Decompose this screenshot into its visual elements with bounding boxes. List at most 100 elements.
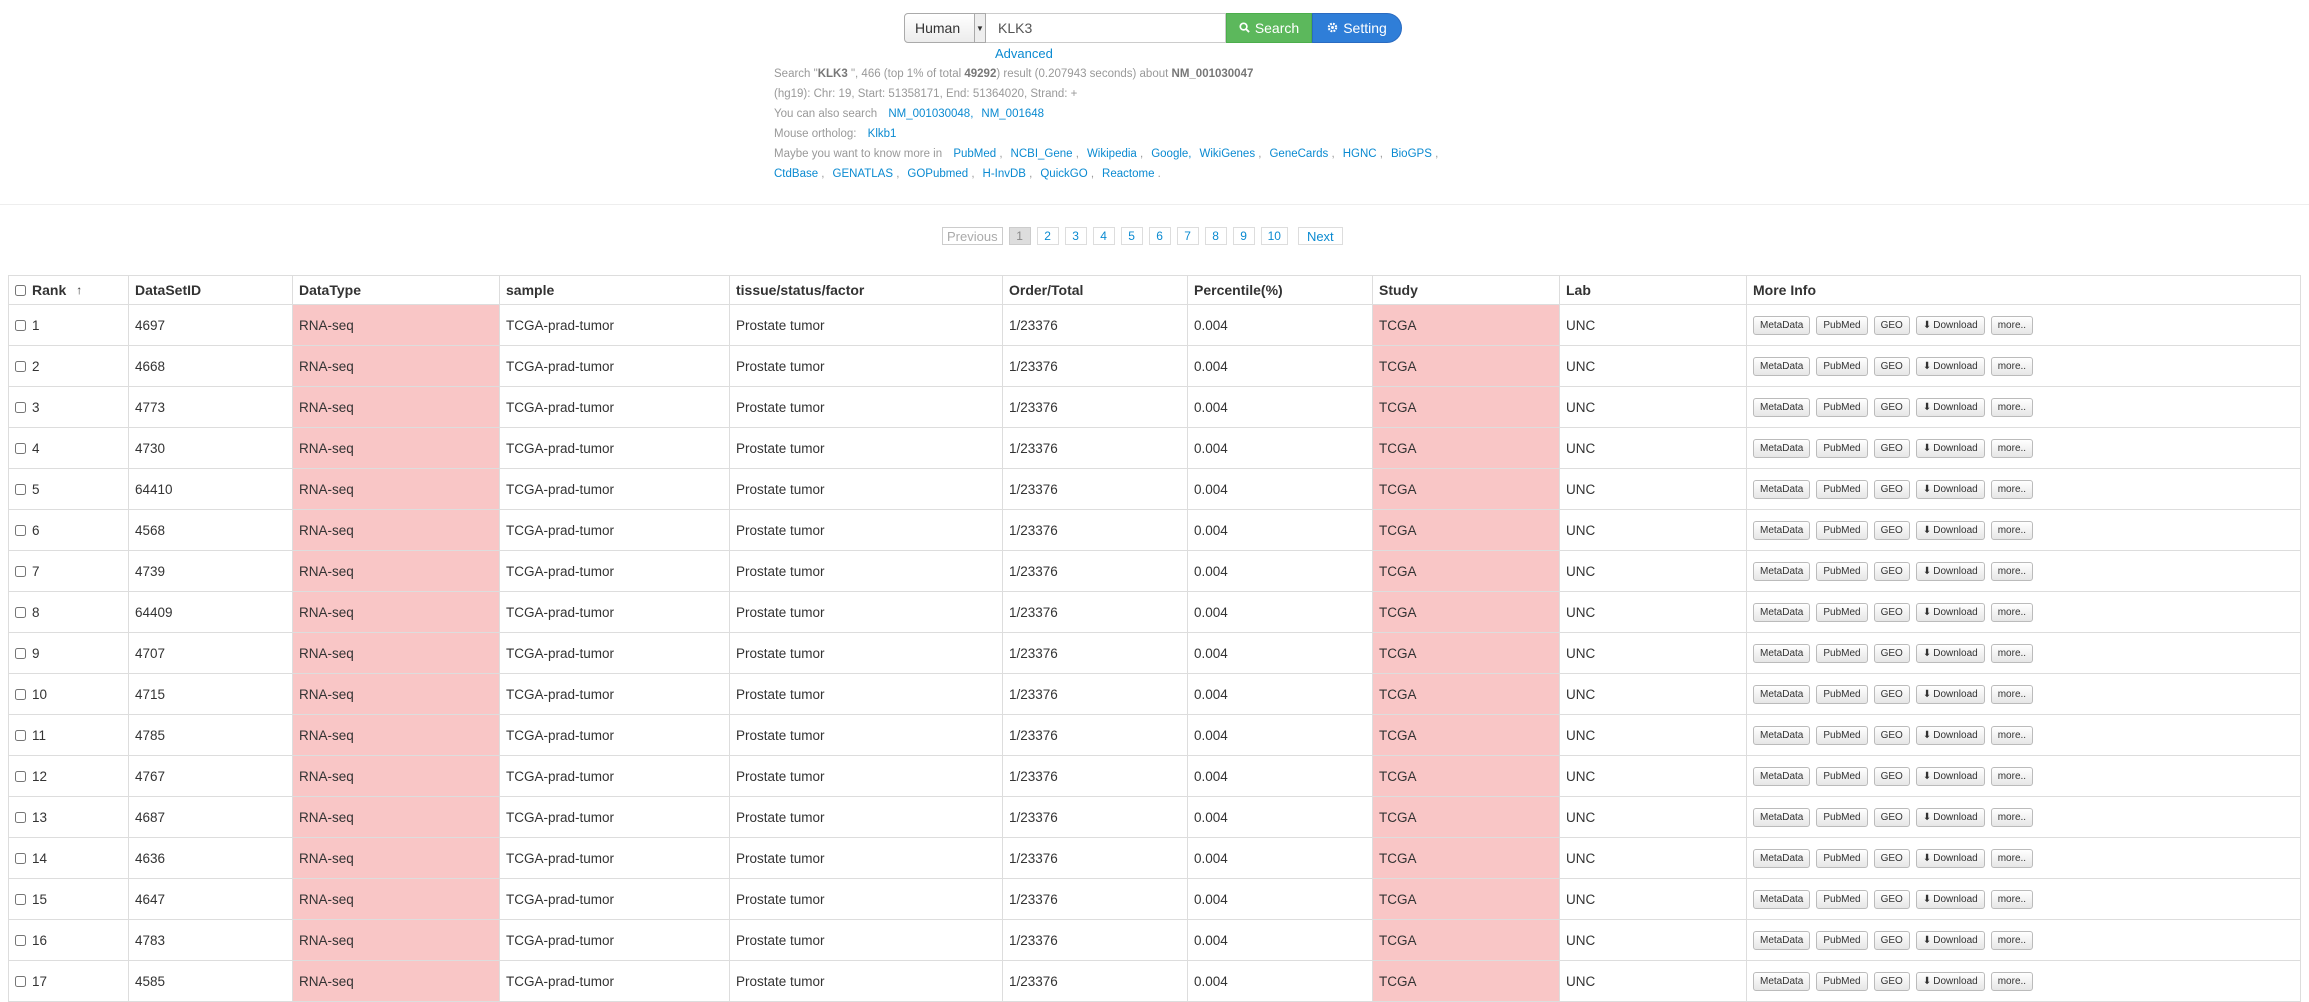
download-button[interactable]: ⬇ Download xyxy=(1915,602,1985,622)
download-button[interactable]: ⬇ Download xyxy=(1915,561,1985,581)
more-button[interactable]: more.. xyxy=(1990,684,2034,704)
pubmed-button[interactable]: PubMed xyxy=(1816,971,1868,991)
external-link[interactable]: HGNC xyxy=(1343,148,1377,160)
download-button[interactable]: ⬇ Download xyxy=(1915,848,1985,868)
download-button[interactable]: ⬇ Download xyxy=(1915,643,1985,663)
pubmed-button[interactable]: PubMed xyxy=(1816,602,1868,622)
download-button[interactable]: ⬇ Download xyxy=(1915,479,1985,499)
pagination-page[interactable]: 2 xyxy=(1036,227,1059,245)
row-checkbox[interactable] xyxy=(15,975,26,987)
metadata-button[interactable]: MetaData xyxy=(1753,479,1811,499)
pagination-page[interactable]: 3 xyxy=(1064,227,1087,245)
download-button[interactable]: ⬇ Download xyxy=(1915,520,1985,540)
pubmed-button[interactable]: PubMed xyxy=(1816,930,1868,950)
pubmed-button[interactable]: PubMed xyxy=(1816,520,1868,540)
sort-up-icon[interactable]: ↑ xyxy=(76,283,82,297)
also-search-link[interactable]: NM_001030048, xyxy=(888,108,973,120)
select-all-checkbox[interactable] xyxy=(15,284,26,296)
geo-button[interactable]: GEO xyxy=(1873,848,1910,868)
geo-button[interactable]: GEO xyxy=(1873,684,1910,704)
download-button[interactable]: ⬇ Download xyxy=(1915,971,1985,991)
metadata-button[interactable]: MetaData xyxy=(1753,643,1811,663)
pubmed-button[interactable]: PubMed xyxy=(1816,356,1868,376)
pubmed-button[interactable]: PubMed xyxy=(1816,766,1868,786)
row-checkbox[interactable] xyxy=(15,401,26,413)
more-button[interactable]: more.. xyxy=(1990,561,2034,581)
download-button[interactable]: ⬇ Download xyxy=(1915,684,1985,704)
row-checkbox[interactable] xyxy=(15,688,26,700)
advanced-link[interactable]: Advanced xyxy=(995,46,1053,61)
more-button[interactable]: more.. xyxy=(1990,766,2034,786)
more-button[interactable]: more.. xyxy=(1990,807,2034,827)
row-checkbox[interactable] xyxy=(15,852,26,864)
more-button[interactable]: more.. xyxy=(1990,397,2034,417)
external-link[interactable]: QuickGO xyxy=(1040,168,1087,180)
pagination-page[interactable]: 1 xyxy=(1008,227,1031,245)
geo-button[interactable]: GEO xyxy=(1873,397,1910,417)
species-select[interactable]: Human ▼ xyxy=(904,13,986,43)
row-checkbox[interactable] xyxy=(15,360,26,372)
geo-button[interactable]: GEO xyxy=(1873,807,1910,827)
pagination-page[interactable]: 8 xyxy=(1204,227,1227,245)
row-checkbox[interactable] xyxy=(15,729,26,741)
metadata-button[interactable]: MetaData xyxy=(1753,766,1811,786)
external-link[interactable]: NCBI_Gene xyxy=(1011,148,1073,160)
ortholog-link[interactable]: Klkb1 xyxy=(868,128,897,140)
geo-button[interactable]: GEO xyxy=(1873,356,1910,376)
row-checkbox[interactable] xyxy=(15,565,26,577)
metadata-button[interactable]: MetaData xyxy=(1753,807,1811,827)
download-button[interactable]: ⬇ Download xyxy=(1915,438,1985,458)
download-button[interactable]: ⬇ Download xyxy=(1915,930,1985,950)
download-button[interactable]: ⬇ Download xyxy=(1915,725,1985,745)
more-button[interactable]: more.. xyxy=(1990,602,2034,622)
more-button[interactable]: more.. xyxy=(1990,971,2034,991)
external-link[interactable]: GOPubmed xyxy=(907,168,968,180)
download-button[interactable]: ⬇ Download xyxy=(1915,356,1985,376)
metadata-button[interactable]: MetaData xyxy=(1753,971,1811,991)
geo-button[interactable]: GEO xyxy=(1873,561,1910,581)
row-checkbox[interactable] xyxy=(15,606,26,618)
more-button[interactable]: more.. xyxy=(1990,930,2034,950)
geo-button[interactable]: GEO xyxy=(1873,479,1910,499)
external-link[interactable]: GeneCards xyxy=(1269,148,1328,160)
pubmed-button[interactable]: PubMed xyxy=(1816,561,1868,581)
external-link[interactable]: PubMed xyxy=(953,148,996,160)
metadata-button[interactable]: MetaData xyxy=(1753,930,1811,950)
row-checkbox[interactable] xyxy=(15,893,26,905)
external-link[interactable]: WikiGenes xyxy=(1199,148,1255,160)
pagination-next[interactable]: Next xyxy=(1297,227,1343,245)
more-button[interactable]: more.. xyxy=(1990,479,2034,499)
metadata-button[interactable]: MetaData xyxy=(1753,315,1811,335)
row-checkbox[interactable] xyxy=(15,770,26,782)
pubmed-button[interactable]: PubMed xyxy=(1816,438,1868,458)
external-link[interactable]: H-InvDB xyxy=(983,168,1026,180)
geo-button[interactable]: GEO xyxy=(1873,643,1910,663)
metadata-button[interactable]: MetaData xyxy=(1753,684,1811,704)
row-checkbox[interactable] xyxy=(15,811,26,823)
download-button[interactable]: ⬇ Download xyxy=(1915,766,1985,786)
row-checkbox[interactable] xyxy=(15,934,26,946)
pubmed-button[interactable]: PubMed xyxy=(1816,315,1868,335)
external-link[interactable]: Wikipedia xyxy=(1087,148,1137,160)
row-checkbox[interactable] xyxy=(15,442,26,454)
external-link[interactable]: Reactome xyxy=(1102,168,1154,180)
pubmed-button[interactable]: PubMed xyxy=(1816,479,1868,499)
download-button[interactable]: ⬇ Download xyxy=(1915,397,1985,417)
metadata-button[interactable]: MetaData xyxy=(1753,438,1811,458)
pubmed-button[interactable]: PubMed xyxy=(1816,848,1868,868)
setting-button[interactable]: Setting xyxy=(1312,13,1402,43)
more-button[interactable]: more.. xyxy=(1990,848,2034,868)
more-button[interactable]: more.. xyxy=(1990,725,2034,745)
geo-button[interactable]: GEO xyxy=(1873,602,1910,622)
pagination-previous[interactable]: Previous xyxy=(942,227,1003,245)
pagination-page[interactable]: 9 xyxy=(1232,227,1255,245)
gene-search-input[interactable] xyxy=(986,13,1226,43)
pubmed-button[interactable]: PubMed xyxy=(1816,889,1868,909)
metadata-button[interactable]: MetaData xyxy=(1753,561,1811,581)
pagination-page[interactable]: 10 xyxy=(1260,227,1288,245)
metadata-button[interactable]: MetaData xyxy=(1753,356,1811,376)
geo-button[interactable]: GEO xyxy=(1873,766,1910,786)
download-button[interactable]: ⬇ Download xyxy=(1915,315,1985,335)
metadata-button[interactable]: MetaData xyxy=(1753,848,1811,868)
geo-button[interactable]: GEO xyxy=(1873,438,1910,458)
